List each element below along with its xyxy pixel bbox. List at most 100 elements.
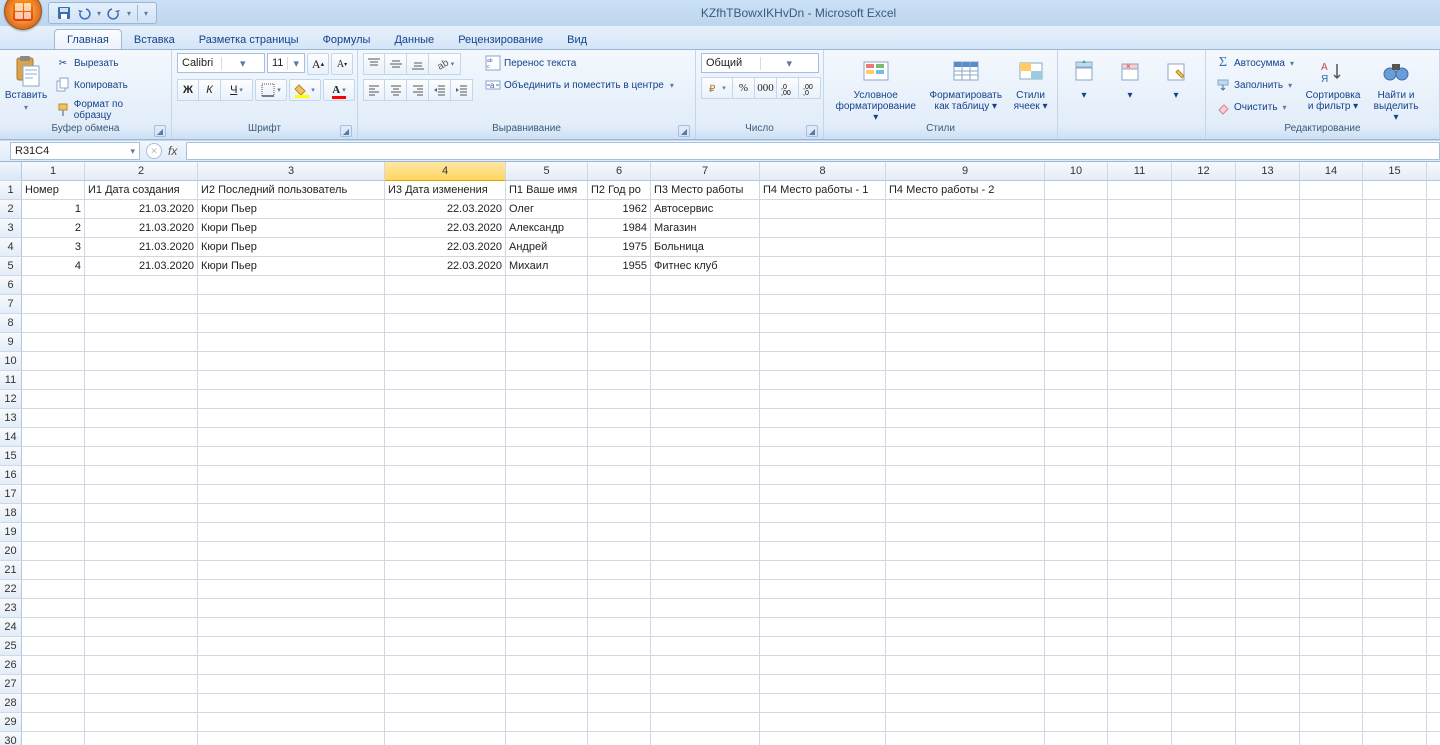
cell[interactable]: Кюри Пьер <box>198 200 385 219</box>
cell[interactable] <box>1363 295 1427 314</box>
cell[interactable] <box>506 637 588 656</box>
fill-color-button[interactable]: ▾ <box>289 79 321 101</box>
cell[interactable] <box>85 637 198 656</box>
cell[interactable] <box>886 599 1045 618</box>
col-header[interactable]: 4 <box>385 162 506 181</box>
cell[interactable] <box>1172 276 1236 295</box>
format-as-table-button[interactable]: Форматировать как таблицу ▾ <box>926 53 1005 115</box>
cell[interactable] <box>385 390 506 409</box>
col-header[interactable]: 1 <box>22 162 85 181</box>
cell[interactable] <box>198 523 385 542</box>
row-header[interactable]: 17 <box>0 485 22 504</box>
cell[interactable] <box>1045 561 1108 580</box>
cell[interactable] <box>85 694 198 713</box>
cell[interactable] <box>22 447 85 466</box>
cell[interactable] <box>22 352 85 371</box>
cell[interactable] <box>760 314 886 333</box>
cell[interactable] <box>1427 580 1440 599</box>
cell[interactable] <box>760 713 886 732</box>
cell[interactable] <box>1172 409 1236 428</box>
cell[interactable] <box>1172 504 1236 523</box>
row-header[interactable]: 13 <box>0 409 22 428</box>
undo-dropdown-icon[interactable]: ▾ <box>97 9 101 18</box>
cell[interactable] <box>886 390 1045 409</box>
cell[interactable] <box>1045 732 1108 745</box>
row-header[interactable]: 6 <box>0 276 22 295</box>
cell[interactable] <box>22 637 85 656</box>
cell[interactable] <box>1236 352 1300 371</box>
cell[interactable] <box>1045 295 1108 314</box>
cell[interactable] <box>588 333 651 352</box>
cell[interactable] <box>1045 238 1108 257</box>
cell[interactable] <box>760 447 886 466</box>
cell[interactable] <box>1300 333 1363 352</box>
cell[interactable] <box>760 219 886 238</box>
autosum-button[interactable]: ΣАвтосумма▾ <box>1211 53 1298 73</box>
cell[interactable] <box>385 599 506 618</box>
format-cells-button[interactable]: ▾ <box>1155 53 1197 104</box>
cell[interactable] <box>385 523 506 542</box>
cell[interactable] <box>651 333 760 352</box>
cell[interactable] <box>22 580 85 599</box>
cell[interactable] <box>85 732 198 745</box>
cell[interactable] <box>1427 390 1440 409</box>
cell[interactable] <box>1108 447 1172 466</box>
cell[interactable] <box>506 694 588 713</box>
cell[interactable] <box>1236 181 1300 200</box>
comma-button[interactable]: 000 <box>755 77 777 99</box>
cell[interactable] <box>22 694 85 713</box>
row-header[interactable]: 18 <box>0 504 22 523</box>
cell[interactable] <box>85 333 198 352</box>
cell[interactable] <box>588 314 651 333</box>
cell[interactable] <box>886 409 1045 428</box>
cell[interactable] <box>1108 352 1172 371</box>
row-header[interactable]: 19 <box>0 523 22 542</box>
cell[interactable] <box>1363 409 1427 428</box>
cell[interactable] <box>385 542 506 561</box>
cell[interactable] <box>198 466 385 485</box>
cell[interactable] <box>1172 181 1236 200</box>
cell[interactable] <box>1045 523 1108 542</box>
cell[interactable] <box>22 409 85 428</box>
cell[interactable] <box>651 447 760 466</box>
cell[interactable] <box>22 599 85 618</box>
cell[interactable] <box>1045 542 1108 561</box>
cell[interactable] <box>385 466 506 485</box>
cell[interactable] <box>1427 238 1440 257</box>
cell[interactable] <box>1108 713 1172 732</box>
cell[interactable] <box>385 618 506 637</box>
cell[interactable] <box>1236 257 1300 276</box>
cell[interactable] <box>198 409 385 428</box>
row-header[interactable]: 20 <box>0 542 22 561</box>
cell[interactable] <box>1300 656 1363 675</box>
cell[interactable] <box>1236 276 1300 295</box>
cell[interactable] <box>385 675 506 694</box>
cell[interactable] <box>85 428 198 447</box>
cell[interactable] <box>760 295 886 314</box>
cell[interactable] <box>651 485 760 504</box>
cell[interactable] <box>1172 580 1236 599</box>
cell[interactable]: 21.03.2020 <box>85 219 198 238</box>
cell[interactable] <box>760 257 886 276</box>
cell[interactable] <box>506 352 588 371</box>
cell[interactable] <box>22 618 85 637</box>
cell[interactable] <box>1427 504 1440 523</box>
cell[interactable] <box>1300 447 1363 466</box>
col-header[interactable]: 6 <box>588 162 651 181</box>
cell[interactable]: 1975 <box>588 238 651 257</box>
cell[interactable] <box>506 333 588 352</box>
col-header[interactable]: 7 <box>651 162 760 181</box>
cell[interactable] <box>651 694 760 713</box>
cell[interactable] <box>506 542 588 561</box>
row-header[interactable]: 28 <box>0 694 22 713</box>
cell[interactable] <box>198 656 385 675</box>
cell[interactable] <box>85 466 198 485</box>
cell[interactable] <box>1236 675 1300 694</box>
grow-font-button[interactable]: A▴ <box>307 53 329 75</box>
cell[interactable] <box>1108 485 1172 504</box>
cell[interactable] <box>85 352 198 371</box>
cell[interactable] <box>760 637 886 656</box>
cell[interactable]: Автосервис <box>651 200 760 219</box>
cell[interactable] <box>1236 295 1300 314</box>
row-header[interactable]: 9 <box>0 333 22 352</box>
